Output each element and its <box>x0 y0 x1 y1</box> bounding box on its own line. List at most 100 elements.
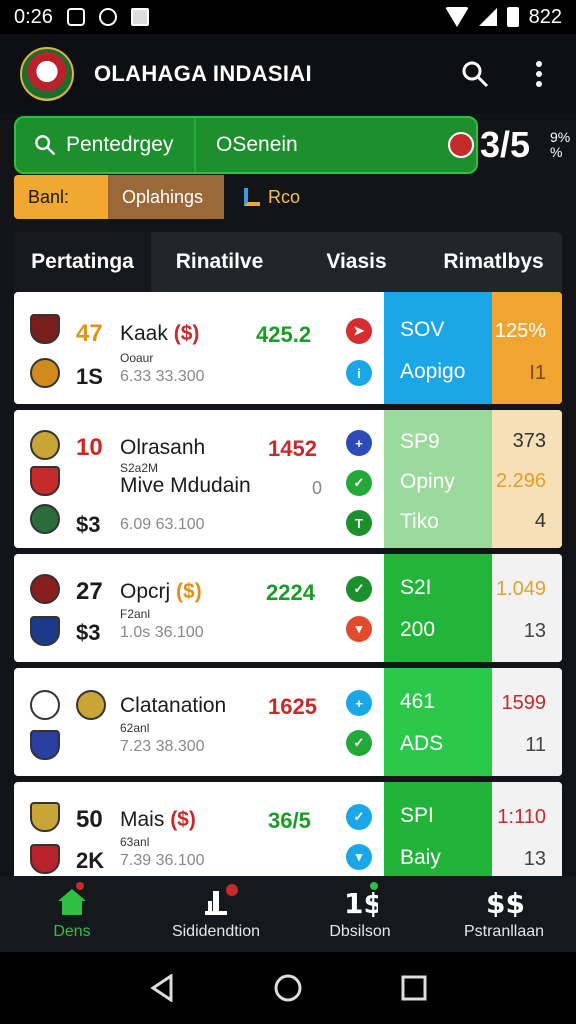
stats-icon: 1$ <box>344 887 378 917</box>
match-number-2: 2K <box>76 848 105 873</box>
more-vert-icon <box>536 61 542 87</box>
side-stats: 1:110 13 <box>492 782 562 890</box>
match-card[interactable]: 47 Kaak ($) 425.2 Ooaur 1S 6.33 33.300 ➤… <box>14 292 562 404</box>
sync-icon <box>98 8 117 26</box>
notification-dot <box>370 882 378 890</box>
match-number-2: $3 <box>76 512 101 537</box>
match-time: 7.23 38.300 <box>120 738 205 755</box>
side-stats: 125% I1 <box>492 292 562 404</box>
more-menu-button[interactable] <box>522 57 556 91</box>
tag-icon[interactable]: T <box>346 510 372 536</box>
search-button[interactable] <box>458 57 492 91</box>
filter-chips: Banl: Oplahings Rco <box>14 175 314 219</box>
svg-text:1$: 1$ <box>344 887 378 917</box>
stats-panel: S2I 200 <box>384 554 492 662</box>
crest-icon <box>30 690 60 720</box>
tab-rimatlbys[interactable]: Rimatlbys <box>425 232 562 292</box>
recents-icon[interactable] <box>401 975 427 1001</box>
tab-viasis[interactable]: Viasis <box>288 232 425 292</box>
side-stats: 1.049 13 <box>492 554 562 662</box>
team-name: Olrasanh <box>120 436 206 459</box>
check-icon[interactable]: ✓ <box>346 470 372 496</box>
crest-icon <box>30 504 60 534</box>
chip-rco[interactable]: Rco <box>224 175 314 219</box>
check-icon[interactable]: ✓ <box>346 576 372 602</box>
check-icon[interactable]: ✓ <box>346 804 372 830</box>
add-icon[interactable]: + <box>346 690 372 716</box>
stats-panel: SP9 Opiny Tiko <box>384 410 492 548</box>
match-number-2: 1S <box>76 364 103 389</box>
svg-text:$$: $$ <box>486 887 524 917</box>
nav-home[interactable]: Dens <box>0 876 144 952</box>
match-card[interactable]: 27 Opcrj ($) 2224 F2anl $3 1.0s 36.100 ✓… <box>14 554 562 662</box>
team-sub: 63anl <box>120 835 150 849</box>
search-primary-text: Pentedrgey <box>66 133 174 156</box>
crest-icon <box>30 844 60 874</box>
battery-level: 822 <box>528 5 562 28</box>
notification-dot <box>76 882 84 890</box>
search-bar[interactable]: Pentedrgey OSenein <box>14 116 478 174</box>
odds-value: 2224 <box>266 580 315 605</box>
nav-standings[interactable]: Sididendtion <box>144 876 288 952</box>
chip-bank[interactable]: Banl: <box>14 175 108 219</box>
status-bar: 0:26 822 <box>0 0 576 34</box>
match-card[interactable]: Clatanation 1625 62anl 7.23 38.300 + ✓ 4… <box>14 668 562 776</box>
match-number: 47 <box>76 320 103 347</box>
search-row: Pentedrgey OSenein 3/5 9% % <box>14 116 574 174</box>
crest-icon <box>30 574 60 604</box>
team-badge-icon <box>448 132 474 158</box>
match-time: 6.09 63.100 <box>120 516 205 533</box>
alert-icon[interactable]: ➤ <box>346 318 372 344</box>
match-time: 1.0s 36.100 <box>120 624 204 641</box>
search-secondary-field[interactable]: OSenein <box>196 133 298 157</box>
wallet-icon: $$ <box>486 887 524 917</box>
match-number: 27 <box>76 578 103 605</box>
crest-icon <box>30 730 60 760</box>
draw-value: 0 <box>312 478 323 498</box>
nav-dbsilson[interactable]: 1$ Dbsilson <box>288 876 432 952</box>
team-sub: 62anl <box>120 721 150 735</box>
chip-oplahings[interactable]: Oplahings <box>108 175 224 219</box>
flag-icon[interactable]: + <box>346 430 372 456</box>
signal-icon <box>478 8 497 26</box>
crest-icon <box>30 430 60 460</box>
match-time: 6.33 33.300 <box>120 368 205 385</box>
match-list: 47 Kaak ($) 425.2 Ooaur 1S 6.33 33.300 ➤… <box>14 292 562 896</box>
search-primary-field[interactable]: Pentedrgey <box>16 118 196 172</box>
check-icon[interactable]: ✓ <box>346 730 372 756</box>
odds-value: 1452 <box>268 436 317 461</box>
location-icon[interactable]: ▾ <box>346 844 372 870</box>
wifi-icon <box>444 7 469 27</box>
tab-pertatinga[interactable]: Pertatinga <box>14 232 151 292</box>
club-logo <box>20 47 74 101</box>
status-time: 0:26 <box>14 5 53 28</box>
stats-panel: SPI Baiy <box>384 782 492 890</box>
match-card[interactable]: 50 Mais ($) 36/5 63anl 2K 7.39 36.100 ✓ … <box>14 782 562 890</box>
odds-value: 425.2 <box>256 322 312 347</box>
system-navigation <box>0 952 576 1024</box>
location-icon[interactable]: ▾ <box>346 616 372 642</box>
notification-dot <box>226 884 238 896</box>
team-sub: Ooaur <box>120 351 154 365</box>
notification-icon <box>66 8 85 26</box>
side-stats: 373 2.296 4 <box>492 410 562 548</box>
back-icon[interactable] <box>149 974 175 1002</box>
team-name: Mais ($) <box>120 808 196 831</box>
info-icon[interactable]: i <box>346 360 372 386</box>
team-name: Opcrj ($) <box>120 580 202 603</box>
search-icon <box>35 135 56 156</box>
nav-pstranllaan[interactable]: $$ Pstranllaan <box>432 876 576 952</box>
match-time: 7.39 36.100 <box>120 852 205 869</box>
match-card[interactable]: 10 Olrasanh 1452 S2a2M Mive Mdudain 0 $3… <box>14 410 562 548</box>
score-value: 3/5 <box>480 124 531 165</box>
home-circle-icon[interactable] <box>273 973 303 1003</box>
bottom-navigation: Dens Sididendtion 1$ Dbsilson $$ Pstranl… <box>0 876 576 952</box>
odds-value: 36/5 <box>268 808 311 833</box>
crest-icon <box>76 690 106 720</box>
match-number-2: $3 <box>76 620 101 645</box>
match-number: 50 <box>76 806 103 833</box>
team-sub: S2a2M <box>120 461 159 475</box>
crest-icon <box>30 802 60 832</box>
tab-rinatilve[interactable]: Rinatilve <box>151 232 288 292</box>
stats-icon <box>244 188 260 206</box>
